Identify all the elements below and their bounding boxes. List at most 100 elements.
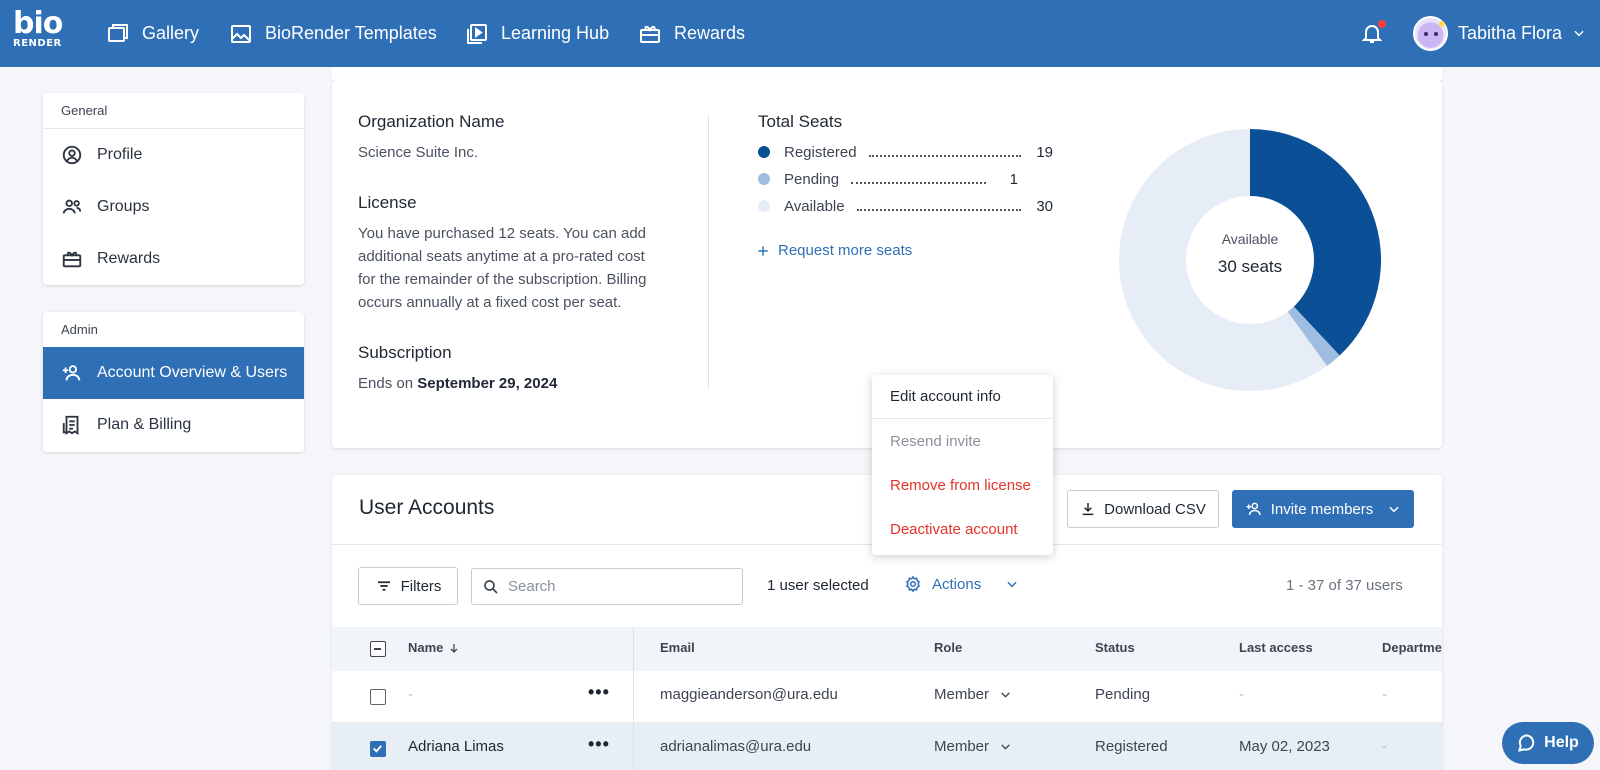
nav-rewards[interactable]: Rewards bbox=[638, 0, 745, 67]
sidebar-item-groups[interactable]: Groups bbox=[43, 181, 304, 233]
seat-label: Registered bbox=[784, 143, 857, 161]
sidebar-item-label: Rewards bbox=[97, 250, 161, 267]
row-checkbox[interactable] bbox=[370, 741, 386, 757]
chevron-down-icon bbox=[1001, 692, 1010, 698]
logo-bottom-text: RENDER bbox=[13, 38, 62, 49]
request-more-seats-label: Request more seats bbox=[778, 242, 913, 259]
sidebar-item-account-overview[interactable]: Account Overview & Users bbox=[43, 347, 304, 399]
row-department: - bbox=[1382, 738, 1387, 755]
download-csv-label: Download CSV bbox=[1104, 500, 1206, 518]
nav-learning-hub[interactable]: Learning Hub bbox=[465, 0, 609, 67]
profile-icon bbox=[62, 145, 82, 165]
chevron-down-icon bbox=[1389, 506, 1399, 513]
user-menu[interactable]: Tabitha Flora bbox=[1413, 15, 1586, 51]
row-email: maggieanderson@ura.edu bbox=[660, 686, 838, 703]
sidebar-item-plan-billing[interactable]: Plan & Billing bbox=[43, 399, 304, 451]
license-line: occurs annually at a fixed cost per seat… bbox=[358, 294, 622, 311]
filter-icon bbox=[377, 581, 390, 591]
actions-button[interactable]: Actions bbox=[904, 575, 1019, 593]
select-all-checkbox[interactable] bbox=[370, 641, 386, 657]
row-role: Member bbox=[934, 686, 990, 703]
row-checkbox[interactable] bbox=[370, 689, 386, 705]
col-header-role[interactable]: Role bbox=[934, 640, 962, 655]
logo-top-text: bio bbox=[13, 6, 63, 41]
sidebar-general: General Profile Groups Rewards bbox=[43, 93, 304, 285]
search-input[interactable] bbox=[508, 578, 728, 595]
sidebar-item-profile[interactable]: Profile bbox=[43, 129, 304, 181]
notification-badge bbox=[1378, 20, 1386, 28]
arrow-down-icon bbox=[450, 643, 458, 653]
menu-item-remove-license[interactable]: Remove from license bbox=[872, 463, 1053, 507]
license-line: You have purchased 12 seats. You can add bbox=[358, 225, 647, 242]
pagination-text: 1 - 37 of 37 users bbox=[1286, 577, 1403, 594]
more-options-icon[interactable]: ••• bbox=[588, 682, 610, 703]
sidebar-admin-heading: Admin bbox=[61, 322, 98, 337]
top-navbar: bio RENDER Gallery BioRender Templates L… bbox=[0, 0, 1600, 67]
check-icon bbox=[373, 745, 382, 753]
sidebar-item-rewards[interactable]: Rewards bbox=[43, 233, 304, 285]
row-role-select[interactable]: Member bbox=[934, 686, 1012, 703]
nav-rewards-label: Rewards bbox=[674, 23, 746, 43]
groups-icon bbox=[62, 199, 82, 214]
seat-value: 19 bbox=[1036, 143, 1053, 161]
row-name: - bbox=[408, 686, 413, 703]
invite-members-button[interactable]: Invite members bbox=[1232, 490, 1414, 528]
search-box bbox=[471, 568, 743, 605]
sidebar-admin: Admin Account Overview & Users Plan & Bi… bbox=[43, 312, 304, 452]
request-more-seats-link[interactable]: Request more seats bbox=[756, 242, 912, 259]
row-role-select[interactable]: Member bbox=[934, 738, 1012, 755]
org-name-label: Organization Name bbox=[358, 112, 505, 131]
col-header-email[interactable]: Email bbox=[660, 640, 695, 655]
previous-card-bottom bbox=[332, 67, 1442, 81]
row-department: - bbox=[1382, 686, 1387, 703]
col-header-status[interactable]: Status bbox=[1095, 640, 1135, 655]
row-status: Registered bbox=[1095, 738, 1168, 755]
table-row[interactable] bbox=[332, 671, 1442, 723]
row-email: adrianalimas@ura.edu bbox=[660, 738, 812, 755]
nav-templates[interactable]: BioRender Templates bbox=[229, 0, 437, 67]
download-csv-button[interactable]: Download CSV bbox=[1067, 490, 1219, 528]
user-accounts-title: User Accounts bbox=[359, 496, 495, 519]
receipt-icon bbox=[62, 415, 79, 435]
available-dot bbox=[758, 200, 770, 212]
registered-dot bbox=[758, 146, 770, 158]
nav-gallery[interactable]: Gallery bbox=[106, 0, 199, 67]
sidebar-item-label: Profile bbox=[97, 146, 143, 163]
menu-item-edit-account[interactable]: Edit account info bbox=[872, 375, 1053, 419]
nav-learning-hub-label: Learning Hub bbox=[501, 23, 610, 43]
col-header-last-access[interactable]: Last access bbox=[1239, 640, 1313, 655]
biorender-logo[interactable]: bio RENDER bbox=[13, 6, 63, 56]
sidebar-item-label: Groups bbox=[97, 198, 150, 215]
chat-icon bbox=[1518, 734, 1535, 752]
col-header-department[interactable]: Departmen bbox=[1382, 640, 1442, 655]
license-label: License bbox=[358, 193, 417, 212]
more-options-icon[interactable]: ••• bbox=[588, 734, 610, 755]
seat-row-available: Available 30 bbox=[758, 196, 1053, 216]
menu-item-resend-invite[interactable]: Resend invite bbox=[872, 419, 1053, 463]
leader-dots bbox=[856, 201, 1021, 211]
donut-caption: Available bbox=[1222, 231, 1279, 247]
sidebar-item-label: Account Overview & Users bbox=[97, 364, 288, 381]
row-name: Adriana Limas bbox=[408, 738, 504, 755]
avatar bbox=[1413, 15, 1448, 51]
help-button[interactable]: Help bbox=[1502, 722, 1594, 764]
download-icon bbox=[1082, 503, 1094, 516]
sidebar-general-heading: General bbox=[43, 93, 304, 129]
row-last-access: - bbox=[1239, 686, 1244, 703]
chevron-down-icon bbox=[1007, 581, 1017, 588]
seat-label: Pending bbox=[784, 170, 840, 188]
invite-members-label: Invite members bbox=[1270, 500, 1374, 518]
frozen-column-divider bbox=[633, 627, 634, 770]
menu-item-deactivate[interactable]: Deactivate account bbox=[872, 507, 1053, 551]
filters-button[interactable]: Filters bbox=[358, 567, 458, 605]
subscription-text: Ends on September 29, 2024 bbox=[358, 372, 557, 395]
col-header-name[interactable]: Name bbox=[408, 640, 460, 655]
leader-dots bbox=[868, 147, 1021, 157]
seat-label: Available bbox=[784, 197, 845, 215]
add-user-icon bbox=[62, 365, 81, 381]
actions-dropdown: Edit account info Resend invite Remove f… bbox=[872, 375, 1053, 555]
subscription-date: September 29, 2024 bbox=[417, 375, 558, 392]
gear-icon bbox=[905, 575, 921, 593]
seat-value: 1 bbox=[1009, 170, 1018, 188]
actions-label: Actions bbox=[932, 575, 982, 593]
